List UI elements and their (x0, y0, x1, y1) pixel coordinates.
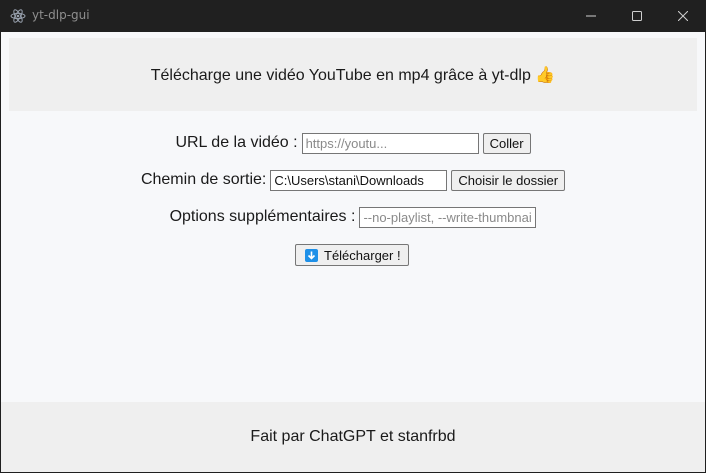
options-label: Options supplémentaires : (169, 208, 356, 225)
url-label: URL de la vidéo : (175, 134, 298, 151)
footer: Fait par ChatGPT et stanfrbd (1, 402, 705, 472)
maximize-icon (632, 11, 642, 21)
output-label: Chemin de sortie: (140, 171, 267, 188)
main-content: Télécharge une vidéo YouTube en mp4 grâc… (1, 32, 705, 472)
window-title: yt-dlp-gui (32, 8, 90, 22)
paste-button[interactable]: Coller (482, 132, 531, 154)
download-button[interactable]: Télécharger ! (295, 244, 409, 266)
output-row: Chemin de sortie: Choisir le dossier (1, 169, 705, 191)
options-input[interactable] (359, 206, 537, 228)
title-bar[interactable]: yt-dlp-gui (0, 0, 706, 32)
minimize-button[interactable] (568, 0, 614, 32)
app-window: yt-dlp-gui Télécharge une vidéo YouTube … (0, 0, 706, 473)
minimize-icon (586, 11, 596, 21)
download-arrow-icon (305, 248, 318, 262)
url-input[interactable] (301, 132, 479, 154)
maximize-button[interactable] (614, 0, 660, 32)
footer-text: Fait par ChatGPT et stanfrbd (250, 428, 456, 445)
output-path-input[interactable] (270, 169, 448, 191)
header-text: Télécharge une vidéo YouTube en mp4 grâc… (150, 66, 556, 84)
options-row: Options supplémentaires : (1, 206, 705, 228)
close-icon (678, 11, 688, 21)
header-banner: Télécharge une vidéo YouTube en mp4 grâc… (9, 38, 697, 111)
choose-folder-button[interactable]: Choisir le dossier (451, 169, 566, 191)
close-button[interactable] (660, 0, 706, 32)
download-button-label: Télécharger ! (324, 247, 401, 263)
electron-atom-icon (10, 8, 26, 24)
url-row: URL de la vidéo : Coller (1, 132, 705, 154)
